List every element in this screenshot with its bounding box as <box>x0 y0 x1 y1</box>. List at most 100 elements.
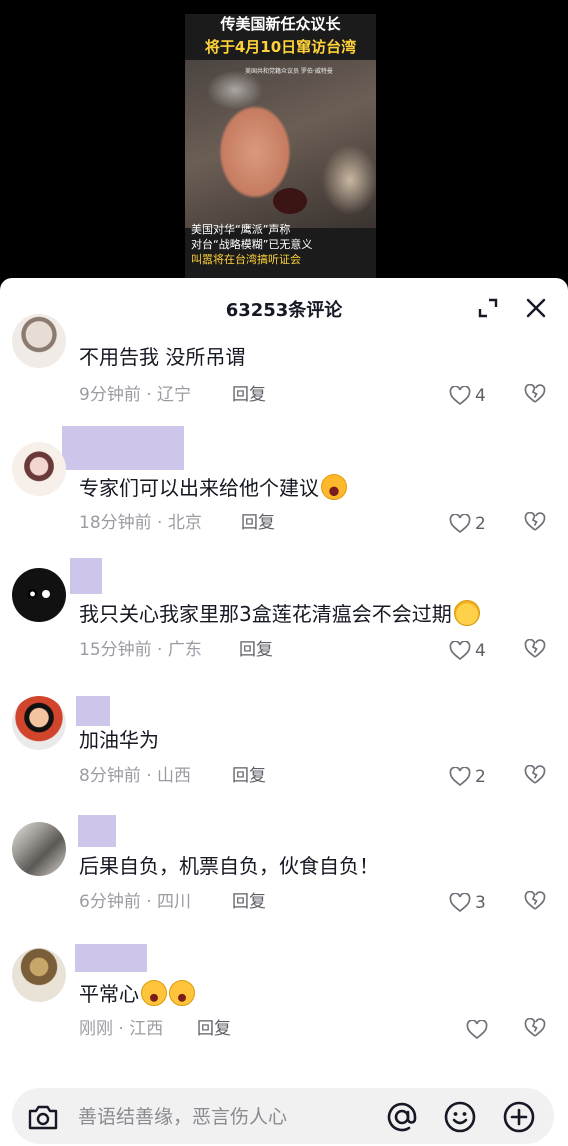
tears-of-joy-emoji-icon <box>141 980 167 1006</box>
username-redacted <box>78 815 116 847</box>
comment-meta: 9分钟前 · 辽宁 <box>79 384 191 406</box>
comment-meta: 刚刚 · 江西 <box>79 1018 163 1040</box>
heart-icon <box>449 514 471 534</box>
reply-button[interactable]: 回复 <box>197 1018 231 1040</box>
heart-icon <box>449 767 471 787</box>
comment-time: 15分钟前 <box>79 640 152 660</box>
avatar[interactable] <box>12 314 66 368</box>
video-headline-line1: 传美国新任众议长 <box>185 14 376 34</box>
dislike-button[interactable] <box>524 638 548 663</box>
add-button[interactable] <box>502 1100 536 1134</box>
mention-button[interactable] <box>385 1100 419 1134</box>
expand-icon <box>478 298 498 318</box>
comment-text-content: 我只关心我家里那3盒莲花清瘟会不会过期 <box>79 602 452 626</box>
comment-input[interactable] <box>78 1104 368 1130</box>
comment-text: 我只关心我家里那3盒莲花清瘟会不会过期 <box>79 600 480 627</box>
heart-icon <box>466 1020 488 1040</box>
pleading-emoji-icon <box>453 600 480 626</box>
avatar[interactable] <box>12 696 66 750</box>
reply-button[interactable]: 回复 <box>239 639 273 661</box>
comment-time: 6分钟前 <box>79 892 141 912</box>
like-count: 2 <box>475 514 486 534</box>
meta-separator: · <box>113 1019 130 1039</box>
comment-sheet: 63253条评论 不用告我 没所吊谓 9分钟前 · 辽宁 回复 4 专家们可以出… <box>0 278 568 1146</box>
reply-button[interactable]: 回复 <box>241 512 275 534</box>
comment-meta: 15分钟前 · 广东 <box>79 639 202 661</box>
comment-time: 18分钟前 <box>79 513 152 533</box>
avatar[interactable] <box>12 568 66 622</box>
smiley-icon <box>444 1101 476 1133</box>
meta-separator: · <box>140 892 158 912</box>
video-caption: 美国共和党籍众议员 罗伯·威特曼 <box>245 68 333 75</box>
heart-icon <box>449 386 471 406</box>
reply-button[interactable]: 回复 <box>232 384 266 406</box>
video-player[interactable]: 传美国新任众议长 将于4月10日窜访台湾 美国共和党籍众议员 罗伯·威特曼 美国… <box>0 0 568 283</box>
emoji-button[interactable] <box>443 1100 477 1134</box>
dislike-button[interactable] <box>524 890 548 915</box>
comment-location: 广东 <box>167 640 202 660</box>
tears-of-joy-emoji-icon <box>169 980 195 1006</box>
avatar[interactable] <box>12 442 66 496</box>
username-redacted <box>76 696 110 726</box>
username-redacted <box>62 426 184 470</box>
broken-heart-icon <box>524 511 546 531</box>
comment-meta: 18分钟前 · 北京 <box>79 512 202 534</box>
meta-separator: · <box>151 640 168 660</box>
username-redacted <box>75 944 147 972</box>
avatar[interactable] <box>12 948 66 1002</box>
like-count: 4 <box>475 641 486 661</box>
comment-meta: 6分钟前 · 四川 <box>79 891 191 913</box>
comment-text: 平常心 <box>79 980 195 1007</box>
like-count: 3 <box>475 893 486 913</box>
dislike-button[interactable] <box>524 1017 548 1042</box>
comment-location: 山西 <box>157 766 192 786</box>
dislike-button[interactable] <box>524 764 548 789</box>
broken-heart-icon <box>524 890 546 910</box>
comment-time: 9分钟前 <box>79 385 141 405</box>
broken-heart-icon <box>524 1017 546 1037</box>
comment-location: 四川 <box>157 892 192 912</box>
comment-text-content: 平常心 <box>79 982 139 1006</box>
dislike-button[interactable] <box>524 383 548 408</box>
like-button[interactable]: 4 <box>449 639 493 663</box>
close-button[interactable] <box>522 294 550 322</box>
comment-sheet-header: 63253条评论 <box>0 278 568 334</box>
meta-separator: · <box>140 385 158 405</box>
comment-input-bar <box>0 1076 568 1146</box>
comment-text-content: 专家们可以出来给他个建议 <box>79 476 319 500</box>
like-count: 2 <box>475 767 486 787</box>
broken-heart-icon <box>524 638 546 658</box>
username-redacted <box>70 558 102 594</box>
like-button[interactable]: 2 <box>449 512 493 536</box>
reply-button[interactable]: 回复 <box>232 765 266 787</box>
avatar[interactable] <box>12 822 66 876</box>
comment-location: 北京 <box>167 513 202 533</box>
dislike-button[interactable] <box>524 511 548 536</box>
comment-text: 不用告我 没所吊谓 <box>79 345 246 369</box>
expand-button[interactable] <box>474 294 502 322</box>
like-button[interactable]: 2 <box>449 765 493 789</box>
comment-location: 江西 <box>129 1019 164 1039</box>
like-button[interactable] <box>466 1018 510 1042</box>
broken-heart-icon <box>524 383 546 403</box>
like-button[interactable]: 4 <box>449 384 493 408</box>
comment-text: 专家们可以出来给他个建议 <box>79 474 347 501</box>
video-frame: 传美国新任众议长 将于4月10日窜访台湾 美国共和党籍众议员 罗伯·威特曼 美国… <box>185 14 376 278</box>
camera-button[interactable] <box>26 1102 60 1132</box>
video-photo-detail <box>273 188 307 214</box>
camera-icon <box>28 1105 58 1130</box>
at-sign-icon <box>387 1102 417 1132</box>
video-photo <box>185 60 376 228</box>
comment-location: 辽宁 <box>157 385 192 405</box>
video-subtitle-line2: 对台“战略模糊”已无意义 <box>191 238 313 251</box>
laughing-emoji-icon <box>321 474 347 500</box>
comment-text: 加油华为 <box>79 728 159 752</box>
like-button[interactable]: 3 <box>449 891 493 915</box>
like-count: 4 <box>475 386 486 406</box>
meta-separator: · <box>151 513 168 533</box>
avatar-detail <box>42 590 50 598</box>
comment-time: 8分钟前 <box>79 766 141 786</box>
video-subtitle-line1: 美国对华“鹰派”声称 <box>191 223 291 236</box>
plus-icon <box>503 1101 535 1133</box>
reply-button[interactable]: 回复 <box>232 891 266 913</box>
